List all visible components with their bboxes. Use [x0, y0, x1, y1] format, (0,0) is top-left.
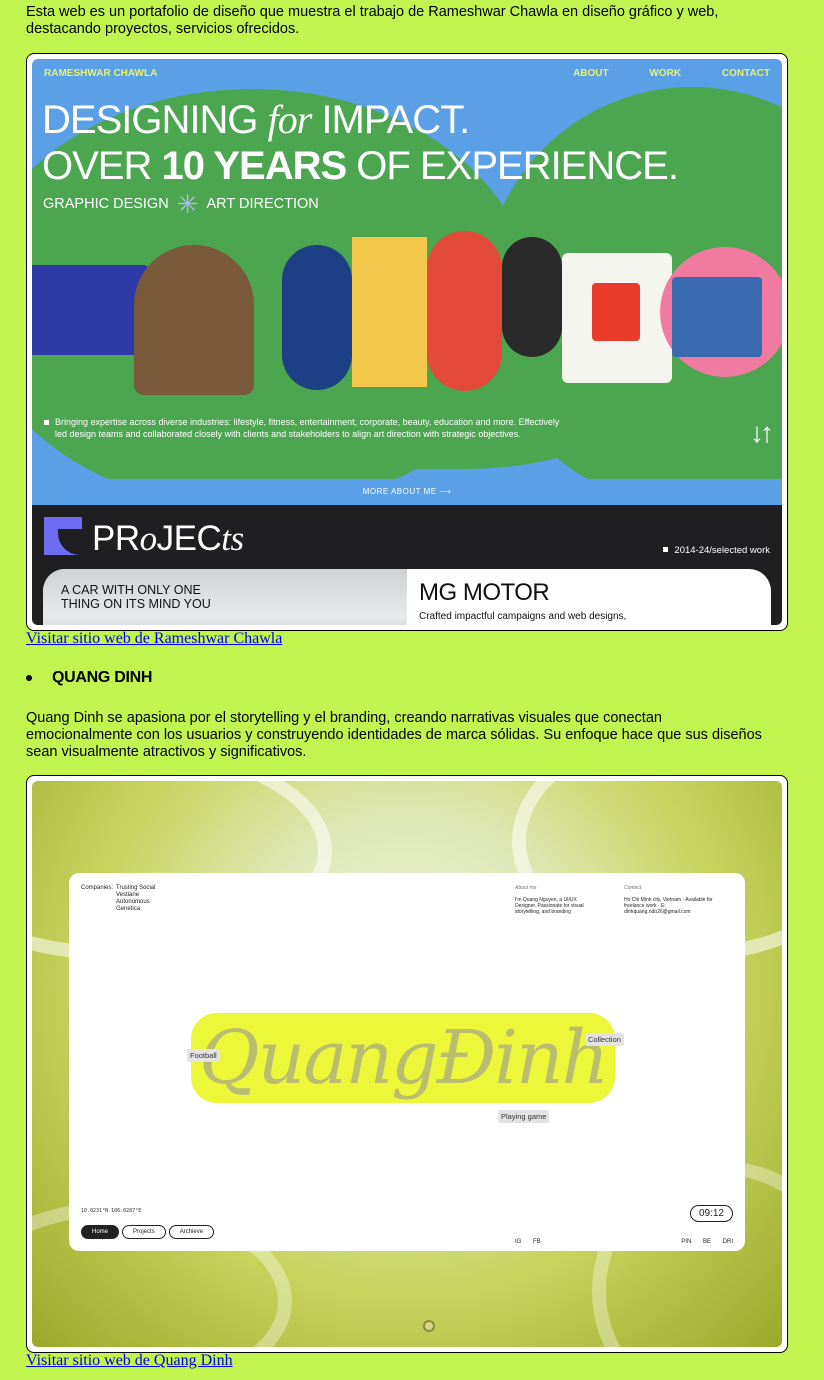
rameshwar-screenshot: RAMESHWAR CHAWLA ABOUT WORK CONTACT DESI… [32, 59, 782, 625]
tag-playing-game[interactable]: Playing game [498, 1110, 550, 1123]
social-ig[interactable]: IG [515, 1239, 521, 1245]
visit-rameshwar-link[interactable]: Visitar sitio web de Rameshwar Chawla [26, 630, 282, 648]
quang-screenshot: Companies: Trusting Social Vestiane Auto… [32, 781, 782, 1347]
intro-text: Esta web es un portafolio de diseño que … [26, 4, 719, 37]
asterisk-icon: ✳ [176, 189, 199, 219]
social-right: PIN BE DRI [671, 1239, 733, 1245]
gallery-tile [32, 265, 148, 355]
quang-panel: Companies: Trusting Social Vestiane Auto… [69, 873, 745, 1251]
projects-range: 2014-24/selected work [663, 545, 770, 556]
gallery-tile [672, 277, 762, 357]
visit-quang-link[interactable]: Visitar sitio web de Quang Dinh [26, 1352, 233, 1370]
social-be[interactable]: BE [703, 1239, 711, 1245]
gallery-tile [502, 237, 562, 357]
nav-work[interactable]: WORK [649, 68, 681, 79]
social-pin[interactable]: PIN [681, 1239, 691, 1245]
clock: 09:12 [689, 1205, 733, 1222]
gallery-tile [427, 231, 502, 391]
quang-preview-card: Companies: Trusting Social Vestiane Auto… [26, 775, 788, 1353]
projects-logo-icon [44, 517, 82, 555]
expertise-text: Bringing expertise across diverse indust… [44, 417, 564, 440]
nav-about[interactable]: ABOUT [573, 68, 609, 79]
quang-logo: QuangĐinh [191, 1013, 616, 1103]
quang-description: Quang Dinh se apasiona por el storytelli… [26, 710, 762, 760]
sort-arrows-icon[interactable]: ↓↑ [750, 417, 774, 449]
contact-block: Contact Ho Chi Minh city, Vietnam · Avai… [624, 885, 713, 915]
social-left: IG FB [515, 1239, 551, 1245]
project-image: A CAR WITH ONLY ONE THING ON ITS MIND YO… [43, 569, 407, 625]
car-slogan: A CAR WITH ONLY ONE THING ON ITS MIND YO… [61, 583, 211, 611]
portfolio-gallery [32, 231, 782, 397]
gallery-tile [352, 237, 427, 387]
nav-contact[interactable]: CONTACT [722, 68, 770, 79]
gallery-tile [592, 283, 640, 341]
project-description: Crafted impactful campaigns and web desi… [419, 611, 627, 622]
companies-list: Companies: Trusting Social Vestiane Auto… [81, 885, 156, 912]
social-fb[interactable]: FB [533, 1239, 541, 1245]
site-nav: RAMESHWAR CHAWLA ABOUT WORK CONTACT [44, 68, 770, 82]
more-about-me-link[interactable]: MORE ABOUT ME ⟶ [32, 479, 782, 505]
tag-football[interactable]: Football [187, 1049, 220, 1062]
rameshwar-preview-card: RAMESHWAR CHAWLA ABOUT WORK CONTACT DESI… [26, 53, 788, 631]
scroll-indicator-icon[interactable] [423, 1320, 435, 1332]
brand-name[interactable]: RAMESHWAR CHAWLA [44, 68, 157, 79]
designer-name-quang: QUANG DINH [26, 669, 152, 687]
tag-collection[interactable]: Collection [585, 1033, 624, 1046]
coordinates: 10.0231°N 106.0287°E [81, 1208, 142, 1214]
gallery-tile [134, 245, 254, 395]
about-block: About me I'm Quang Nguyen, a UI/UX Desig… [515, 885, 584, 915]
projects-section: PRoJECts 2014-24/selected work A CAR WIT… [32, 505, 782, 625]
projects-title: PRoJECts [92, 519, 244, 558]
nav-archieve[interactable]: Archieve [168, 1225, 215, 1239]
project-title: MG MOTOR [419, 579, 550, 606]
social-dri[interactable]: DRI [723, 1239, 733, 1245]
quang-nav: Home Projects Archieve [81, 1225, 215, 1239]
hero-headline: DESIGNING for IMPACT. OVER 10 YEARS OF E… [42, 97, 679, 188]
nav-projects[interactable]: Projects [122, 1225, 166, 1239]
nav-home[interactable]: Home [81, 1225, 120, 1239]
hero-subtitle: GRAPHIC DESIGN ✳ ART DIRECTION [43, 189, 319, 219]
gallery-tile [282, 245, 352, 390]
project-card-mg-motor[interactable]: A CAR WITH ONLY ONE THING ON ITS MIND YO… [43, 569, 771, 625]
